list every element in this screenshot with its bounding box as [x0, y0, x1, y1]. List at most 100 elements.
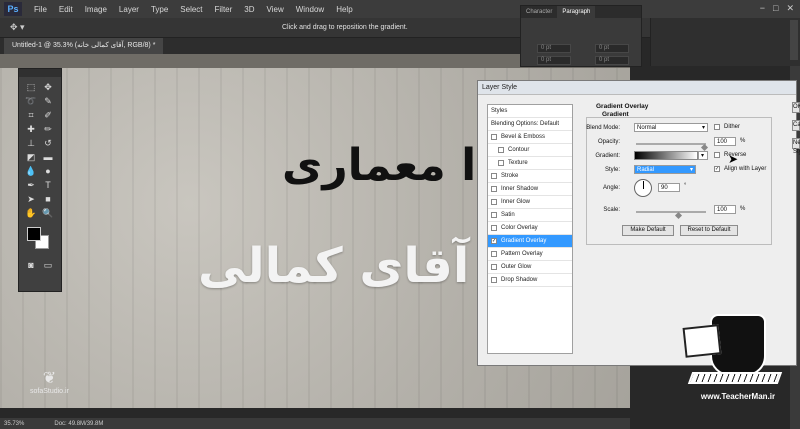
style-item-texture[interactable]: Texture	[488, 157, 572, 170]
keyboard-icon	[687, 372, 783, 384]
eyedropper-icon[interactable]: ✐	[41, 109, 55, 121]
minimize-icon[interactable]: −	[760, 3, 765, 14]
make-default-button[interactable]: Make Default	[622, 225, 674, 236]
style-item-gradient-overlay[interactable]: ✓ Gradient Overlay	[488, 235, 572, 248]
align-layer-checkbox[interactable]: ✓	[714, 166, 720, 172]
menu-image[interactable]: Image	[79, 5, 113, 14]
gradient-dropdown-icon[interactable]: ▾	[698, 151, 708, 160]
dither-row[interactable]: Dither	[714, 124, 740, 130]
dialog-title[interactable]: Layer Style	[478, 81, 796, 95]
reset-default-button[interactable]: Reset to Default	[680, 225, 738, 236]
canvas-text-main[interactable]: ا معماری	[282, 140, 476, 191]
healing-brush-icon[interactable]: ✚	[24, 123, 38, 135]
marquee-tool-icon[interactable]: ⬚	[24, 81, 38, 93]
shape-tool-icon[interactable]: ■	[41, 193, 55, 205]
angle-input[interactable]: 90	[658, 183, 680, 192]
tab-paragraph[interactable]: Paragraph	[557, 6, 596, 18]
maximize-icon[interactable]: □	[773, 3, 778, 14]
style-item-outer-glow[interactable]: Outer Glow	[488, 261, 572, 274]
ok-button[interactable]: OK	[792, 102, 800, 113]
style-item-blending-options-default[interactable]: Blending Options: Default	[488, 118, 572, 131]
style-checkbox[interactable]	[491, 251, 497, 257]
align-layer-row[interactable]: ✓ Align with Layer	[714, 166, 766, 172]
gradient-tool-icon[interactable]: ▬	[41, 151, 55, 163]
scale-slider[interactable]	[636, 211, 706, 213]
style-item-pattern-overlay[interactable]: Pattern Overlay	[488, 248, 572, 261]
style-item-satin[interactable]: Satin	[488, 209, 572, 222]
color-swatches[interactable]	[25, 227, 55, 251]
hand-tool-icon[interactable]: ✋	[24, 207, 38, 219]
opacity-input[interactable]: 100	[714, 137, 736, 146]
style-item-bevel-emboss[interactable]: Bevel & Emboss	[488, 131, 572, 144]
crop-tool-icon[interactable]: ⌗	[24, 109, 38, 121]
style-select[interactable]: Radial	[634, 165, 696, 174]
close-icon[interactable]: ✕	[786, 3, 794, 14]
zoom-level[interactable]: 35.73%	[4, 421, 24, 427]
status-bar: 35.73% Doc: 49.8M/39.8M	[0, 418, 630, 429]
gradient-picker[interactable]	[634, 151, 698, 160]
menu-help[interactable]: Help	[330, 5, 358, 14]
lasso-tool-icon[interactable]: ➰	[24, 95, 38, 107]
pen-tool-icon[interactable]: ✒	[24, 179, 38, 191]
style-item-drop-shadow[interactable]: Drop Shadow	[488, 274, 572, 287]
style-checkbox[interactable]	[491, 199, 497, 205]
menu-select[interactable]: Select	[174, 5, 208, 14]
opacity-slider[interactable]	[636, 143, 706, 145]
menu-filter[interactable]: Filter	[209, 5, 239, 14]
path-select-icon[interactable]: ➤	[24, 193, 38, 205]
indent-left-field[interactable]: 0 pt	[537, 44, 571, 53]
style-item-inner-shadow[interactable]: Inner Shadow	[488, 183, 572, 196]
angle-dial[interactable]	[634, 179, 652, 197]
tools-panel-header[interactable]	[19, 69, 61, 77]
quick-select-icon[interactable]: ✎	[41, 95, 55, 107]
menu-view[interactable]: View	[261, 5, 290, 14]
menu-window[interactable]: Window	[290, 5, 330, 14]
new-style-button[interactable]: New Style...	[792, 138, 800, 155]
cancel-button[interactable]: Cancel	[792, 120, 800, 131]
style-item-inner-glow[interactable]: Inner Glow	[488, 196, 572, 209]
menu-edit[interactable]: Edit	[53, 5, 79, 14]
history-brush-icon[interactable]: ↺	[41, 137, 55, 149]
dither-checkbox[interactable]	[714, 124, 720, 130]
style-checkbox[interactable]	[498, 160, 504, 166]
brush-tool-icon[interactable]: ✏	[41, 123, 55, 135]
menu-layer[interactable]: Layer	[113, 5, 145, 14]
style-checkbox[interactable]	[491, 277, 497, 283]
panel-scrollbar[interactable]	[790, 20, 798, 60]
style-checkbox[interactable]	[498, 147, 504, 153]
eraser-icon[interactable]: ◩	[24, 151, 38, 163]
menu-type[interactable]: Type	[145, 5, 174, 14]
scale-input[interactable]: 100	[714, 205, 736, 214]
move-tool-icon-2[interactable]: ✥	[41, 81, 55, 93]
style-checkbox[interactable]	[491, 264, 497, 270]
zoom-tool-icon[interactable]: 🔍	[41, 207, 55, 219]
clone-stamp-icon[interactable]: ⊥	[24, 137, 38, 149]
style-item-styles[interactable]: Styles	[488, 105, 572, 118]
foreground-color-swatch[interactable]	[27, 227, 41, 241]
menu-3d[interactable]: 3D	[238, 5, 260, 14]
dodge-tool-icon[interactable]: ●	[41, 165, 55, 177]
blur-tool-icon[interactable]: 💧	[24, 165, 38, 177]
style-checkbox[interactable]	[491, 212, 497, 218]
indent-right-field[interactable]: 0 pt	[595, 44, 629, 53]
style-checkbox[interactable]	[491, 186, 497, 192]
style-checkbox[interactable]	[491, 173, 497, 179]
canvas-text-sub[interactable]: آقای کمالی	[198, 238, 469, 294]
blend-mode-select[interactable]: Normal	[634, 123, 708, 132]
style-checkbox[interactable]: ✓	[491, 238, 497, 244]
tab-character[interactable]: Character	[521, 6, 557, 18]
screen-mode-icon[interactable]: ▭	[41, 259, 55, 271]
type-tool-icon[interactable]: T	[41, 179, 55, 191]
space-before-field[interactable]: 0 pt	[537, 56, 571, 65]
style-checkbox[interactable]	[491, 225, 497, 231]
document-tab[interactable]: Untitled-1 @ 35.3% (آقای کمالی خانه, RGB…	[4, 38, 164, 54]
style-checkbox[interactable]	[491, 134, 497, 140]
style-item-contour[interactable]: Contour	[488, 144, 572, 157]
menu-file[interactable]: File	[28, 5, 53, 14]
space-after-field[interactable]: 0 pt	[595, 56, 629, 65]
move-tool-icon[interactable]: ✥ ▾	[10, 22, 25, 33]
style-item-color-overlay[interactable]: Color Overlay	[488, 222, 572, 235]
style-item-stroke[interactable]: Stroke	[488, 170, 572, 183]
quick-mask-icon[interactable]: ◙	[24, 259, 38, 271]
reverse-checkbox[interactable]	[714, 152, 720, 158]
